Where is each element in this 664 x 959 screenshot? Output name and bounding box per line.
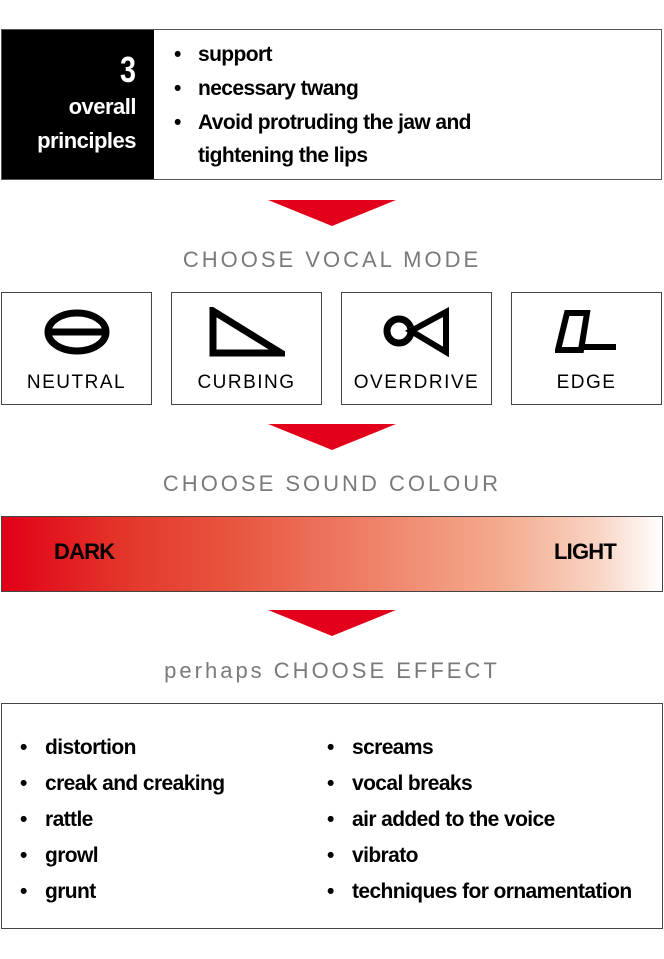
bullet-icon: • (20, 844, 27, 867)
effect-item: • vibrato (327, 838, 632, 874)
mode-card-neutral[interactable]: NEUTRAL (1, 292, 152, 405)
mode-card-overdrive[interactable]: OVERDRIVE (341, 292, 492, 405)
neutral-circle-bar-icon (2, 307, 151, 357)
effects-list-left: • distortion • creak and creaking • rattle … (20, 730, 225, 910)
principles-heading-panel: 3 overall principles (2, 30, 154, 179)
principles-caption-line1: overall (68, 94, 137, 119)
principles-box: 3 overall principles • support • necessary… (1, 29, 662, 180)
mode-card-curbing[interactable]: CURBING (171, 292, 322, 405)
principle-item: • support (174, 38, 661, 72)
bullet-icon: • (174, 43, 181, 66)
principle-item: • necessary twang (174, 72, 661, 106)
sound-colour-slider[interactable]: DARK LIGHT (1, 516, 663, 592)
effect-item: • distortion (20, 730, 224, 766)
principle-item: • Avoid protruding the jaw and tightening… (174, 106, 661, 173)
colour-light-label: LIGHT (554, 539, 617, 564)
bullet-icon: • (327, 880, 334, 903)
mode-label: OVERDRIVE (353, 372, 480, 393)
bullet-icon: • (327, 772, 334, 795)
overdrive-circle-triangle-icon (342, 307, 491, 357)
effect-item: • rattle (20, 802, 224, 838)
curbing-triangle-icon (172, 307, 321, 357)
mode-label: CURBING (197, 372, 296, 393)
mode-label: EDGE (556, 372, 617, 393)
mode-card-edge[interactable]: EDGE (511, 292, 662, 405)
bullet-icon: • (20, 772, 27, 795)
bullet-icon: • (327, 736, 334, 759)
edge-parallelogram-icon (512, 307, 661, 357)
bullet-icon: • (20, 736, 27, 759)
vocal-mode-options: NEUTRAL CURBING OVERDRIVE EDGE (1, 292, 663, 406)
effect-item: • techniques for ornamentation (327, 874, 632, 910)
effects-box: • distortion • creak and creaking • rattle … (1, 703, 663, 929)
step-title-effect: perhaps CHOOSE EFFECT (164, 658, 500, 683)
principles-count: 3 (119, 49, 136, 90)
effect-item: • air added to the voice (327, 802, 632, 838)
effect-item: • growl (20, 838, 224, 874)
effect-item: • grunt (20, 874, 224, 910)
bullet-icon: • (174, 77, 181, 100)
principles-list-panel: • support • necessary twang • Avoid protrud… (154, 30, 661, 179)
step-title-sound-colour: CHOOSE SOUND COLOUR (162, 471, 502, 496)
effect-item: • creak and creaking (20, 766, 225, 802)
principles-caption-line2: principles (37, 128, 136, 153)
bullet-icon: • (20, 880, 27, 903)
mode-label: NEUTRAL (26, 372, 127, 393)
effect-item: • vocal breaks (327, 766, 632, 802)
colour-dark-label: DARK (54, 539, 115, 564)
bullet-icon: • (327, 844, 334, 867)
bullet-icon: • (327, 808, 334, 831)
effect-item: • screams (327, 730, 632, 766)
principles-list: • support • necessary twang • Avoid protrud… (174, 38, 661, 173)
bullet-icon: • (174, 111, 181, 134)
bullet-icon: • (20, 808, 27, 831)
effects-list-right: • screams • vocal breaks • air added to the… (327, 730, 632, 910)
step-title-vocal-mode: CHOOSE VOCAL MODE (182, 247, 482, 272)
